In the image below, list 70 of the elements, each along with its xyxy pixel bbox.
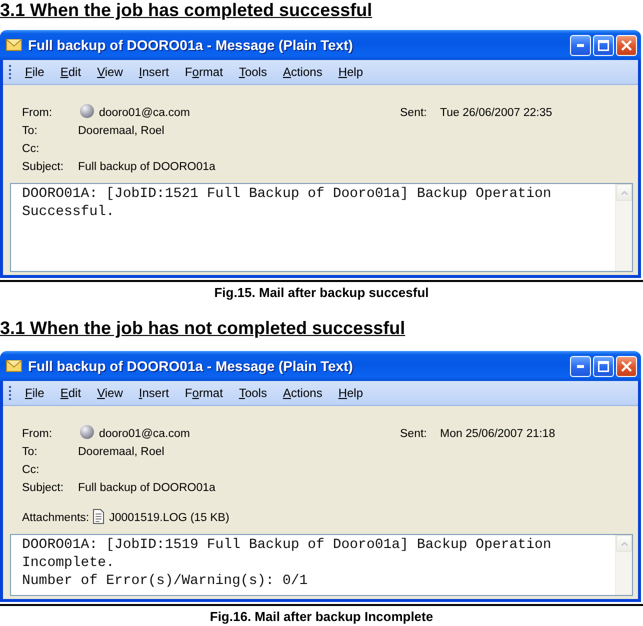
window-title: Full backup of DOORO01a - Message (Plain Text) [28,37,354,53]
field-label: Cc: [22,143,40,155]
field-value: Full backup of DOORO01a [78,482,216,494]
message-text: DOORO01A: [JobID:1519 Full Backup of Dooro01a] Backup Operation Incomplete. [22,536,552,572]
toolbar-grip-icon [9,65,12,79]
envelope-icon [6,39,22,51]
figure-caption: Fig.16. Mail after backup Incomplete [210,609,434,625]
field-value: Dooremaal, Roel [78,446,164,458]
maximize-button[interactable] [593,356,614,376]
section-heading: 3.1 When the job has not completed successful [0,318,406,338]
minimize-button[interactable] [570,34,591,56]
message-body[interactable]: DOORO01A: [JobID:1521 Full Backup of Dooro01a] Backup Operation Successful. [10,183,633,272]
sender-address: dooro01@ca.com [99,428,190,440]
close-button[interactable] [616,34,637,56]
menu-item[interactable]: View [90,63,130,81]
menu-item[interactable]: Insert [132,384,176,402]
message-text: Number of Error(s)/Warning(s): 0/1 [22,572,309,590]
close-icon [621,360,632,372]
menu-item[interactable]: Tools [232,63,274,81]
field-label: Sent: [400,107,428,119]
menu-item[interactable]: Insert [132,63,176,81]
figure-caption: Fig.15. Mail after backup succesful [214,285,429,301]
attachment-link[interactable]: J0001519.LOG (15 KB) [109,512,230,524]
message-body[interactable]: DOORO01A: [JobID:1519 Full Backup of Dooro01a] Backup Operation Incomplete. Number of Error(s)/Warning(s): 0/1 [10,534,633,596]
menu-item[interactable]: Edit [53,384,88,402]
scrollbar[interactable] [615,535,632,595]
menu-item[interactable]: Help [331,384,370,402]
field-value: Mon 25/06/2007 21:18 [440,428,556,440]
scrollbar[interactable] [615,184,632,271]
field-label: Cc: [22,464,40,476]
close-icon [621,40,632,50]
minimize-icon [577,364,584,368]
message-text: DOORO01A: [JobID:1521 Full Backup of Dooro01a] Backup Operation Successful. [22,185,552,221]
field-value: Tue 26/06/2007 22:35 [440,107,552,119]
field-value: Full backup of DOORO01a [78,161,216,173]
field-label: Subject: [22,482,65,494]
chevron-up-icon [620,190,628,194]
menu-item[interactable]: Format [178,384,230,402]
menu-item[interactable]: Actions [276,63,330,81]
chevron-up-icon [620,542,628,546]
window-title: Full backup of DOORO01a - Message (Plain Text) [28,358,354,374]
contact-dot-icon [80,104,94,118]
menu-item[interactable]: Actions [276,384,330,402]
field-label: Subject: [22,161,65,173]
menu-item[interactable]: Edit [53,63,88,81]
envelope-icon [6,360,22,372]
document-icon [93,508,104,524]
minimize-icon [577,44,584,46]
sender-address: dooro01@ca.com [99,107,190,119]
field-label: Attachments: [22,512,90,524]
maximize-icon [598,360,609,372]
menu-item[interactable]: Help [331,63,370,81]
field-label: From: [22,428,54,440]
minimize-button[interactable] [570,356,591,376]
field-label: Sent: [400,428,428,440]
field-label: To: [22,125,38,137]
menu-item[interactable]: View [90,384,130,402]
menu-item[interactable]: File [18,63,52,81]
close-button[interactable] [616,356,637,376]
menu-item[interactable]: Tools [232,384,274,402]
field-label: From: [22,107,54,119]
field-label: To: [22,446,38,458]
maximize-icon [598,40,609,50]
section-heading: 3.1 When the job has completed successful [0,0,372,20]
menu-item[interactable]: File [18,384,52,402]
toolbar-grip-icon [9,386,12,400]
field-value: Dooremaal, Roel [78,125,164,137]
maximize-button[interactable] [593,34,614,56]
contact-dot-icon [80,424,94,438]
menu-item[interactable]: Format [178,63,230,81]
